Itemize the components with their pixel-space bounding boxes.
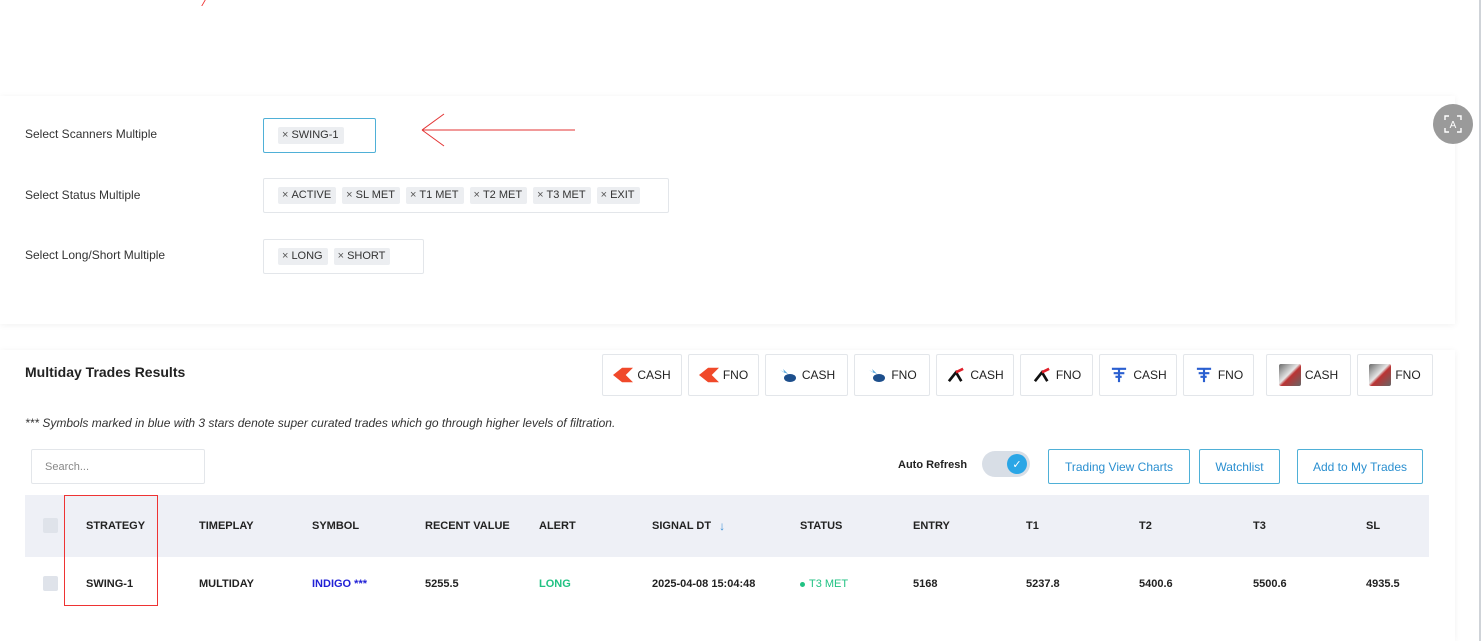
trading-view-charts-button[interactable]: Trading View Charts	[1048, 449, 1190, 484]
broker-button-kite-fno[interactable]: FNO	[688, 354, 759, 396]
watchlist-button[interactable]: Watchlist	[1199, 449, 1280, 484]
close-icon[interactable]: ×	[601, 189, 607, 201]
chip-t2-met[interactable]: × T2 MET	[469, 187, 528, 204]
broker-button-f-cash[interactable]: CASH	[1099, 354, 1177, 396]
cell-status: T3 MET	[800, 557, 848, 611]
close-icon[interactable]: ×	[410, 189, 416, 201]
translate-icon[interactable]: A	[1433, 104, 1473, 144]
close-icon[interactable]: ×	[338, 250, 344, 262]
header-signal-dt[interactable]: SIGNAL DT ↓	[652, 495, 725, 557]
cell-timeplay: MULTIDAY	[199, 578, 254, 590]
header-t2[interactable]: T2	[1139, 495, 1152, 557]
cell-recent-value: 5255.5	[425, 578, 459, 590]
auto-refresh-label: Auto Refresh	[898, 459, 968, 471]
broker-button-f-fno[interactable]: FNO	[1183, 354, 1254, 396]
chip-sl-met[interactable]: × SL MET	[342, 187, 400, 204]
chip-short[interactable]: × SHORT	[333, 248, 391, 265]
add-to-my-trades-button[interactable]: Add to My Trades	[1297, 449, 1423, 484]
broker-button-bird-fno[interactable]: FNO	[854, 354, 930, 396]
broker-button-image-fno[interactable]: FNO	[1357, 354, 1433, 396]
chip-exit[interactable]: × EXIT	[596, 187, 640, 204]
cell-symbol-link[interactable]: INDIGO ***	[312, 557, 367, 611]
table-header-row: STRATEGY TIMEPLAY SYMBOL RECENT VALUE AL…	[25, 495, 1429, 557]
annotation-mark	[196, 0, 206, 6]
close-icon[interactable]: ×	[537, 189, 543, 201]
image-logo-icon	[1369, 364, 1392, 386]
trades-table: STRATEGY TIMEPLAY SYMBOL RECENT VALUE AL…	[25, 495, 1429, 611]
table-row[interactable]: SWING-1 MULTIDAY INDIGO *** 5255.5 LONG …	[25, 557, 1429, 611]
long-short-multiselect[interactable]: × LONG × SHORT	[263, 239, 424, 274]
scanners-label: Select Scanners Multiple	[25, 127, 158, 141]
f-logo-icon	[1112, 367, 1127, 383]
broker-buttons: CASH FNO CASH FNO CASH FNO CASH FNO CASH…	[602, 354, 1433, 396]
broker-button-x-cash[interactable]: CASH	[936, 354, 1014, 396]
broker-button-bird-cash[interactable]: CASH	[765, 354, 848, 396]
status-label: Select Status Multiple	[25, 188, 141, 202]
header-symbol[interactable]: SYMBOL	[312, 495, 359, 557]
close-icon[interactable]: ×	[282, 250, 288, 262]
kite-icon	[698, 367, 719, 383]
image-logo-icon	[1278, 364, 1301, 386]
chip-swing-1[interactable]: × SWING-1	[278, 127, 344, 144]
header-sl[interactable]: SL	[1366, 495, 1380, 557]
chip-t1-met[interactable]: × T1 MET	[405, 187, 464, 204]
x-logo-icon	[948, 367, 965, 383]
bird-icon	[869, 369, 886, 382]
x-logo-icon	[1033, 367, 1050, 383]
cell-t3: 5500.6	[1253, 578, 1287, 590]
header-status[interactable]: STATUS	[800, 495, 842, 557]
check-icon: ✓	[1007, 454, 1027, 474]
cell-alert: LONG	[539, 578, 571, 590]
scanners-multiselect[interactable]: × SWING-1	[263, 118, 376, 153]
disclaimer-text: *** Symbols marked in blue with 3 stars …	[25, 416, 616, 430]
chip-active[interactable]: × ACTIVE	[278, 187, 337, 204]
top-strip	[0, 0, 1481, 96]
cell-signal-dt: 2025-04-08 15:04:48	[652, 578, 756, 590]
close-icon[interactable]: ×	[346, 189, 352, 201]
kite-icon	[613, 367, 634, 383]
header-timeplay[interactable]: TIMEPLAY	[199, 495, 254, 557]
status-dot-icon	[800, 581, 805, 587]
cell-t1: 5237.8	[1026, 578, 1060, 590]
results-title: Multiday Trades Results	[25, 364, 186, 380]
sort-down-icon[interactable]: ↓	[719, 519, 725, 533]
header-entry[interactable]: ENTRY	[913, 495, 950, 557]
row-checkbox[interactable]	[43, 576, 58, 591]
filter-panel: Select Scanners Multiple × SWING-1 Select…	[0, 96, 1455, 324]
chip-long[interactable]: × LONG	[278, 248, 328, 265]
search-input[interactable]	[31, 449, 205, 484]
broker-button-image-cash[interactable]: CASH	[1266, 354, 1351, 396]
header-t1[interactable]: T1	[1026, 495, 1039, 557]
header-recent-value[interactable]: RECENT VALUE	[425, 495, 510, 557]
close-icon[interactable]: ×	[474, 189, 480, 201]
cell-sl: 4935.5	[1366, 578, 1400, 590]
results-panel: Multiday Trades Results CASH FNO CASH FN…	[0, 350, 1455, 641]
f-logo-icon	[1196, 367, 1211, 383]
auto-refresh-toggle[interactable]: ✓	[982, 451, 1030, 477]
bird-icon	[779, 369, 796, 382]
long-short-label: Select Long/Short Multiple	[25, 248, 166, 262]
status-multiselect[interactable]: × ACTIVE × SL MET × T1 MET × T2 MET × T3 MET …	[263, 178, 669, 213]
cell-entry: 5168	[913, 578, 938, 590]
close-icon[interactable]: ×	[282, 129, 288, 141]
svg-text:A: A	[1450, 120, 1457, 131]
annotation-highlight-box	[64, 495, 158, 606]
chip-t3-met[interactable]: × T3 MET	[533, 187, 591, 204]
header-t3[interactable]: T3	[1253, 495, 1266, 557]
broker-button-kite-cash[interactable]: CASH	[602, 354, 682, 396]
close-icon[interactable]: ×	[282, 189, 288, 201]
cell-t2: 5400.6	[1139, 578, 1173, 590]
annotation-arrow-icon	[421, 113, 575, 147]
broker-button-x-fno[interactable]: FNO	[1020, 354, 1093, 396]
header-alert[interactable]: ALERT	[539, 495, 576, 557]
select-all-checkbox[interactable]	[43, 518, 58, 533]
